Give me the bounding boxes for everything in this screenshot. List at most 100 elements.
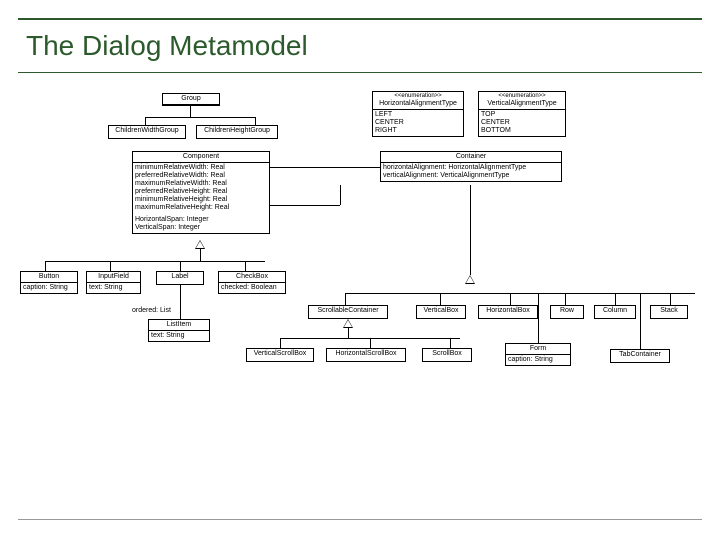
literal: BOTTOM — [481, 127, 563, 135]
connector — [245, 261, 246, 271]
class-name: InputField — [87, 272, 140, 283]
attr: minimumRelativeWidth: Real — [135, 164, 267, 172]
class-name: ChildrenHeightGroup — [197, 126, 277, 136]
class-name: VerticalBox — [417, 306, 465, 316]
class-name: ScrollableContainer — [309, 306, 387, 316]
class-name: Form — [506, 344, 570, 355]
class-button: Button caption: String — [20, 271, 78, 294]
connector — [565, 293, 566, 305]
attr: HorizontalSpan: Integer — [135, 216, 267, 224]
class-children-width-group: ChildrenWidthGroup — [108, 125, 186, 139]
footer-divider — [18, 519, 702, 520]
generalization-arrow-icon — [343, 319, 353, 328]
class-body: LEFT CENTER RIGHT — [373, 110, 463, 136]
page-title: The Dialog Metamodel — [26, 30, 702, 62]
literal: RIGHT — [375, 127, 461, 135]
connector — [180, 285, 181, 319]
attr: checked: Boolean — [219, 283, 285, 293]
class-label: Label — [156, 271, 204, 285]
class-horizontal-alignment-type: <<enumeration>> HorizontalAlignmentType … — [372, 91, 464, 137]
class-children-height-group: ChildrenHeightGroup — [196, 125, 278, 139]
ordered-label: ordered: List — [132, 307, 171, 314]
class-container: Container horizontalAlignment: Horizonta… — [380, 151, 562, 182]
class-header: <<enumeration>> VerticalAlignmentType — [479, 92, 565, 110]
literal: TOP — [481, 111, 563, 119]
class-vertical-box: VerticalBox — [416, 305, 466, 319]
literal: CENTER — [375, 119, 461, 127]
class-header: <<enumeration>> HorizontalAlignmentType — [373, 92, 463, 110]
class-name: HorizontalBox — [479, 306, 537, 316]
class-name: ListItem — [149, 320, 209, 331]
class-scroll-box: ScrollBox — [422, 348, 472, 362]
connector — [345, 293, 695, 294]
connector — [340, 185, 341, 205]
attr: caption: String — [506, 355, 570, 365]
connector — [538, 293, 539, 343]
connector — [345, 293, 346, 305]
attr: text: String — [149, 331, 209, 341]
class-group: Group — [162, 93, 220, 106]
literal: CENTER — [481, 119, 563, 127]
attr: text: String — [87, 283, 140, 293]
connector — [370, 338, 371, 348]
class-name: Row — [551, 306, 583, 316]
class-name: TabContainer — [611, 350, 669, 360]
connector — [470, 185, 471, 275]
attr: VerticalSpan: Integer — [135, 224, 267, 232]
connector — [200, 249, 201, 261]
connector — [110, 261, 111, 271]
class-component: Component minimumRelativeWidth: Real pre… — [132, 151, 270, 234]
connector — [45, 261, 265, 262]
diagram-canvas: Group ChildrenWidthGroup ChildrenHeightG… — [0, 85, 720, 500]
class-name: HorizontalScrollBox — [327, 349, 405, 359]
connector — [270, 205, 340, 206]
class-body: horizontalAlignment: HorizontalAlignment… — [381, 163, 561, 181]
class-name: HorizontalAlignmentType — [375, 100, 461, 108]
class-vertical-scroll-box: VerticalScrollBox — [246, 348, 314, 362]
class-name: Column — [595, 306, 635, 316]
attr: minimumRelativeHeight: Real — [135, 196, 267, 204]
class-row: Row — [550, 305, 584, 319]
attr: verticalAlignment: VerticalAlignmentType — [383, 172, 559, 180]
attr: horizontalAlignment: HorizontalAlignment… — [383, 164, 559, 172]
literal: LEFT — [375, 111, 461, 119]
attr: maximumRelativeHeight: Real — [135, 204, 267, 212]
connector — [510, 293, 511, 305]
connector — [270, 167, 380, 168]
class-name: VerticalScrollBox — [247, 349, 313, 359]
attr: caption: String — [21, 283, 77, 293]
connector — [280, 338, 281, 348]
class-tab-container: TabContainer — [610, 349, 670, 363]
attr: preferredRelativeHeight: Real — [135, 188, 267, 196]
connector — [145, 117, 146, 125]
connector — [255, 117, 256, 125]
title-bar: The Dialog Metamodel — [18, 18, 702, 73]
generalization-arrow-icon — [195, 240, 205, 249]
class-stack: Stack — [650, 305, 688, 319]
class-input-field: InputField text: String — [86, 271, 141, 294]
class-name: Label — [157, 272, 203, 282]
stereotype: <<enumeration>> — [481, 93, 563, 100]
stereotype: <<enumeration>> — [375, 93, 461, 100]
attr: maximumRelativeWidth: Real — [135, 180, 267, 188]
connector — [190, 105, 191, 117]
class-body: minimumRelativeWidth: Real preferredRela… — [133, 163, 269, 233]
class-name: Container — [381, 152, 561, 163]
class-name: Stack — [651, 306, 687, 316]
connector — [440, 293, 441, 305]
attr: preferredRelativeWidth: Real — [135, 172, 267, 180]
connector — [45, 261, 46, 271]
connector — [348, 328, 349, 338]
class-checkbox: CheckBox checked: Boolean — [218, 271, 286, 294]
connector — [615, 293, 616, 305]
class-body: TOP CENTER BOTTOM — [479, 110, 565, 136]
connector — [450, 338, 451, 348]
class-list-item: ListItem text: String — [148, 319, 210, 342]
class-name: Component — [133, 152, 269, 163]
class-name: ChildrenWidthGroup — [109, 126, 185, 136]
class-name: VerticalAlignmentType — [481, 100, 563, 108]
class-form: Form caption: String — [505, 343, 571, 366]
class-name: Button — [21, 272, 77, 283]
class-column: Column — [594, 305, 636, 319]
class-name: Group — [163, 94, 219, 105]
